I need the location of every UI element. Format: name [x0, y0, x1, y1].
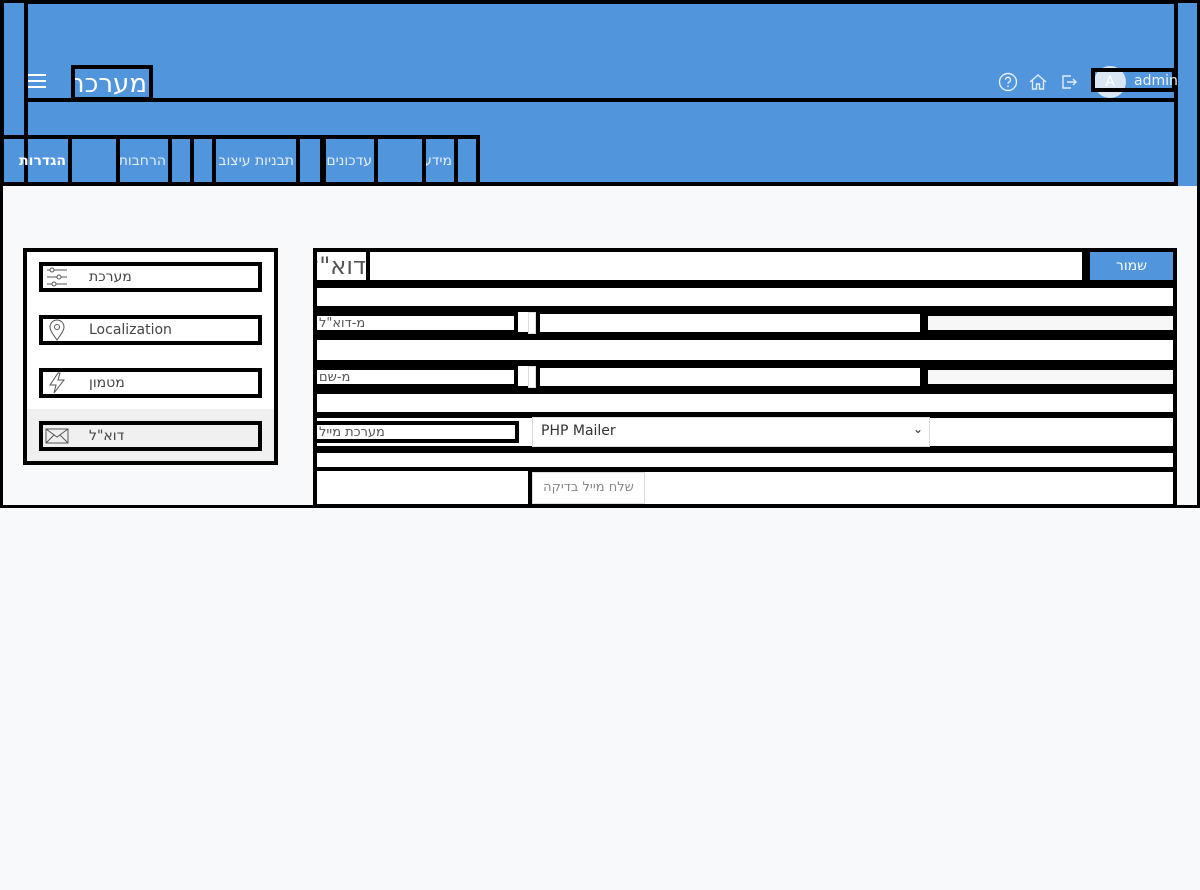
- save-button[interactable]: שמור: [1086, 248, 1177, 284]
- from-name-field[interactable]: [536, 364, 924, 390]
- header-divider: [24, 98, 1178, 102]
- tab-item[interactable]: [454, 135, 480, 186]
- mail-system-selected: PHP Mailer: [541, 423, 616, 439]
- form-title-text: דוא"ל: [317, 252, 366, 280]
- form-row-spacer: [313, 390, 1177, 416]
- field-help-area: [924, 366, 1177, 388]
- sidebar-item-label: מטמון: [89, 375, 125, 391]
- form-title: דוא"ל: [313, 248, 370, 284]
- logout-icon[interactable]: [1059, 72, 1079, 92]
- sidebar-item-email[interactable]: דוא"ל: [39, 421, 262, 451]
- field-label: מ-דוא"ל: [319, 316, 366, 331]
- field-addon: [528, 312, 536, 334]
- mail-system-label: מערכת מייל: [313, 421, 519, 443]
- field-addon: [528, 366, 536, 388]
- sidebar-item-system[interactable]: מערכת: [39, 262, 262, 292]
- tab-label: הגדרות: [19, 153, 66, 169]
- mail-system-select[interactable]: PHP Mailer ⌄: [532, 417, 930, 447]
- tab-item[interactable]: [374, 135, 426, 186]
- tab-item[interactable]: [68, 135, 120, 186]
- sidebar-item-localization[interactable]: Localization: [39, 315, 262, 345]
- form-title-bar: [313, 248, 1086, 284]
- sliders-icon: [47, 267, 67, 287]
- from-email-field[interactable]: [536, 310, 924, 336]
- field-label: מערכת מייל: [319, 425, 385, 440]
- tab-extensions[interactable]: הרחבות: [116, 135, 172, 186]
- form-row-spacer: [313, 336, 1177, 364]
- from-name-label: מ-שם: [313, 366, 518, 388]
- from-email-label: מ-דוא"ל: [313, 312, 518, 334]
- tab-item[interactable]: [296, 135, 324, 186]
- home-icon[interactable]: [1028, 72, 1048, 92]
- tab-label: תבניות עיצוב: [218, 153, 294, 169]
- tab-themes[interactable]: תבניות עיצוב: [212, 135, 300, 186]
- app-title: מערכת: [71, 65, 153, 101]
- form-row-spacer: [313, 284, 1177, 310]
- tab-updates[interactable]: עדכונים: [322, 135, 378, 186]
- sidebar-item-label: Localization: [89, 322, 172, 338]
- chevron-down-icon: ⌄: [912, 422, 923, 436]
- tab-label: מידע: [422, 153, 452, 169]
- field-label: מ-שם: [319, 370, 351, 385]
- sidebar-item-label: מערכת: [89, 269, 132, 285]
- tab-settings[interactable]: הגדרות: [0, 135, 72, 186]
- tab-label: עדכונים: [326, 153, 372, 169]
- sidebar-item-cache[interactable]: מטמון: [39, 368, 262, 398]
- help-icon[interactable]: [998, 72, 1018, 92]
- envelope-icon: [45, 428, 69, 444]
- tab-info[interactable]: מידע: [422, 135, 458, 186]
- app-title-text: מערכת: [71, 69, 147, 99]
- lightning-icon: [49, 372, 66, 394]
- field-help-area: [924, 312, 1177, 334]
- send-test-mail-button[interactable]: שלח מייל בדיקה: [532, 472, 645, 504]
- sidebar-item-label: דוא"ל: [89, 428, 125, 444]
- map-pin-icon: [49, 319, 65, 341]
- hamburger-menu-icon[interactable]: [28, 74, 46, 90]
- username[interactable]: admin: [1134, 73, 1178, 89]
- tab-label: הרחבות: [118, 153, 166, 169]
